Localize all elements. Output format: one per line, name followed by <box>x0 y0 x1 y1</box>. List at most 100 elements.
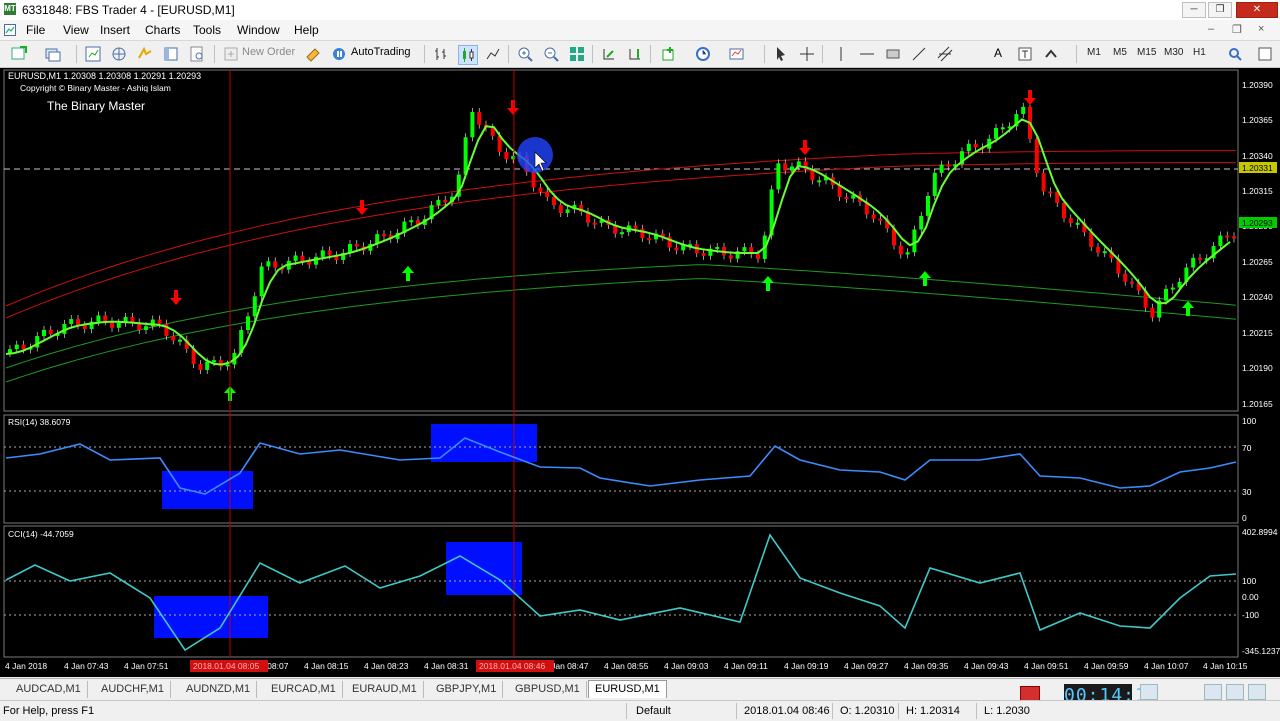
cci-label: CCI(14) -44.7059 <box>8 529 74 539</box>
candle-body <box>252 296 257 317</box>
arrows-icon[interactable] <box>1042 45 1060 63</box>
settings-icon[interactable] <box>1248 684 1266 700</box>
templates-icon[interactable] <box>728 45 746 63</box>
text-tool-button[interactable]: A <box>994 46 1002 60</box>
timeframe-m1[interactable]: M1 <box>1087 47 1101 58</box>
new-chart-icon[interactable] <box>10 45 28 63</box>
restore-button[interactable]: ❐ <box>1208 2 1232 18</box>
timeframe-h1[interactable]: H1 <box>1193 47 1206 58</box>
timeframe-m5[interactable]: M5 <box>1113 47 1127 58</box>
zoom-in-icon[interactable] <box>516 45 534 63</box>
autotrading-button[interactable]: AutoTrading <box>351 46 411 58</box>
bid-price-label: 1.20331 <box>1242 163 1273 173</box>
network-icon[interactable] <box>1204 684 1222 700</box>
channel-icon[interactable] <box>936 45 954 63</box>
menu-window[interactable]: Window <box>237 23 280 37</box>
cci-level-label: -345.1237 <box>1242 646 1280 656</box>
chart-restore-button[interactable]: ❐ <box>1232 23 1242 36</box>
tab-eurusd[interactable]: EURUSD,M1 <box>588 680 667 698</box>
text-label-icon[interactable] <box>1016 45 1034 63</box>
tab-audnzd[interactable]: AUDNZD,M1 <box>180 681 258 698</box>
close-button[interactable]: ✕ <box>1236 2 1278 18</box>
candle-body <box>382 234 386 237</box>
candle-body <box>477 111 482 125</box>
menu-charts[interactable]: Charts <box>145 23 180 37</box>
data-window-icon[interactable] <box>110 45 128 63</box>
cci-level-label: 402.8994 <box>1242 527 1278 537</box>
main-pane[interactable] <box>3 69 1239 412</box>
auto-scroll-icon[interactable] <box>600 45 618 63</box>
tile-windows-icon[interactable] <box>568 45 586 63</box>
horizontal-line-icon[interactable] <box>858 45 876 63</box>
tab-audcad[interactable]: AUDCAD,M1 <box>10 681 88 698</box>
profile-name: Default <box>636 705 671 717</box>
menu-view[interactable]: View <box>63 23 89 37</box>
candle-body <box>21 344 26 350</box>
market-watch-icon[interactable] <box>84 45 102 63</box>
minimize-button[interactable]: ─ <box>1182 2 1206 18</box>
cci-level-label: -100 <box>1242 610 1259 620</box>
candle-body <box>817 180 822 183</box>
profiles-icon[interactable] <box>44 45 62 63</box>
bar-chart-icon[interactable] <box>432 45 450 63</box>
candle-body <box>932 172 937 196</box>
candlesticks <box>8 102 1236 374</box>
volume-icon[interactable] <box>1140 684 1158 700</box>
autotrading-icon[interactable] <box>330 45 348 63</box>
status-open: O: 1.20310 <box>840 705 895 717</box>
candle-body <box>1075 222 1080 225</box>
trendline-icon[interactable] <box>910 45 928 63</box>
cursor-icon[interactable] <box>772 45 790 63</box>
search-icon[interactable] <box>1226 45 1244 63</box>
status-low: L: 1.2030 <box>984 705 1030 717</box>
menu-insert[interactable]: Insert <box>100 23 130 37</box>
display-icon[interactable] <box>1226 684 1244 700</box>
metaeditor-icon[interactable] <box>304 45 322 63</box>
zoom-out-icon[interactable] <box>542 45 560 63</box>
timeframe-m15[interactable]: M15 <box>1137 47 1156 58</box>
tab-eurcad[interactable]: EURCAD,M1 <box>265 681 343 698</box>
line-chart-icon[interactable] <box>484 45 502 63</box>
chart-shift-icon[interactable] <box>626 45 644 63</box>
time-tick: 4 Jan 09:11 <box>724 661 768 671</box>
timeframe-m30[interactable]: M30 <box>1164 47 1183 58</box>
candle-body <box>48 329 53 335</box>
candle-body <box>905 252 910 255</box>
cci-level-label: 0.00 <box>1242 592 1259 602</box>
chart-area[interactable]: EURUSD,M1 1.20308 1.20308 1.20291 1.2029… <box>0 68 1280 677</box>
crosshair-icon[interactable] <box>798 45 816 63</box>
tab-audchf[interactable]: AUDCHF,M1 <box>95 681 171 698</box>
terminal-icon[interactable] <box>162 45 180 63</box>
toolbar: New Order AutoTrading A M1 M5 M15 M30 H1 <box>0 41 1280 68</box>
candlesticks-icon[interactable] <box>458 45 478 65</box>
upper-band-inner <box>5 162 1236 319</box>
options-icon[interactable] <box>1256 45 1274 63</box>
menu-help[interactable]: Help <box>294 23 319 37</box>
vertical-line-icon[interactable] <box>832 45 850 63</box>
candle-body <box>912 229 917 253</box>
tab-gbpusd[interactable]: GBPUSD,M1 <box>509 681 587 698</box>
candle-body <box>531 171 536 188</box>
chart-minimize-button[interactable]: – <box>1208 23 1214 35</box>
rsi-overbought-zone <box>431 424 537 462</box>
menu-tools[interactable]: Tools <box>193 23 221 37</box>
price-axis[interactable]: 1.20390 1.20365 1.20340 1.20315 1.20290 … <box>1242 80 1273 409</box>
indicators-icon[interactable] <box>660 45 678 63</box>
chart-close-button[interactable]: × <box>1258 23 1264 35</box>
candle-body <box>266 261 271 267</box>
tab-gbpjpy[interactable]: GBPJPY,M1 <box>430 681 504 698</box>
candle-body <box>198 364 203 370</box>
new-order-icon[interactable] <box>222 45 240 63</box>
candle-body <box>756 254 760 259</box>
tab-euraud[interactable]: EURAUD,M1 <box>346 681 424 698</box>
candle-body <box>1191 257 1196 268</box>
time-tick: 4 Jan 07:51 <box>124 661 169 671</box>
menu-file[interactable]: File <box>26 23 45 37</box>
strategy-tester-icon[interactable] <box>188 45 206 63</box>
navigator-icon[interactable] <box>136 45 154 63</box>
candle-body <box>1170 287 1175 290</box>
sell-arrow-icon <box>507 100 519 115</box>
new-order-button[interactable]: New Order <box>242 46 295 58</box>
rectangle-icon[interactable] <box>884 45 902 63</box>
periods-icon[interactable] <box>694 45 712 63</box>
